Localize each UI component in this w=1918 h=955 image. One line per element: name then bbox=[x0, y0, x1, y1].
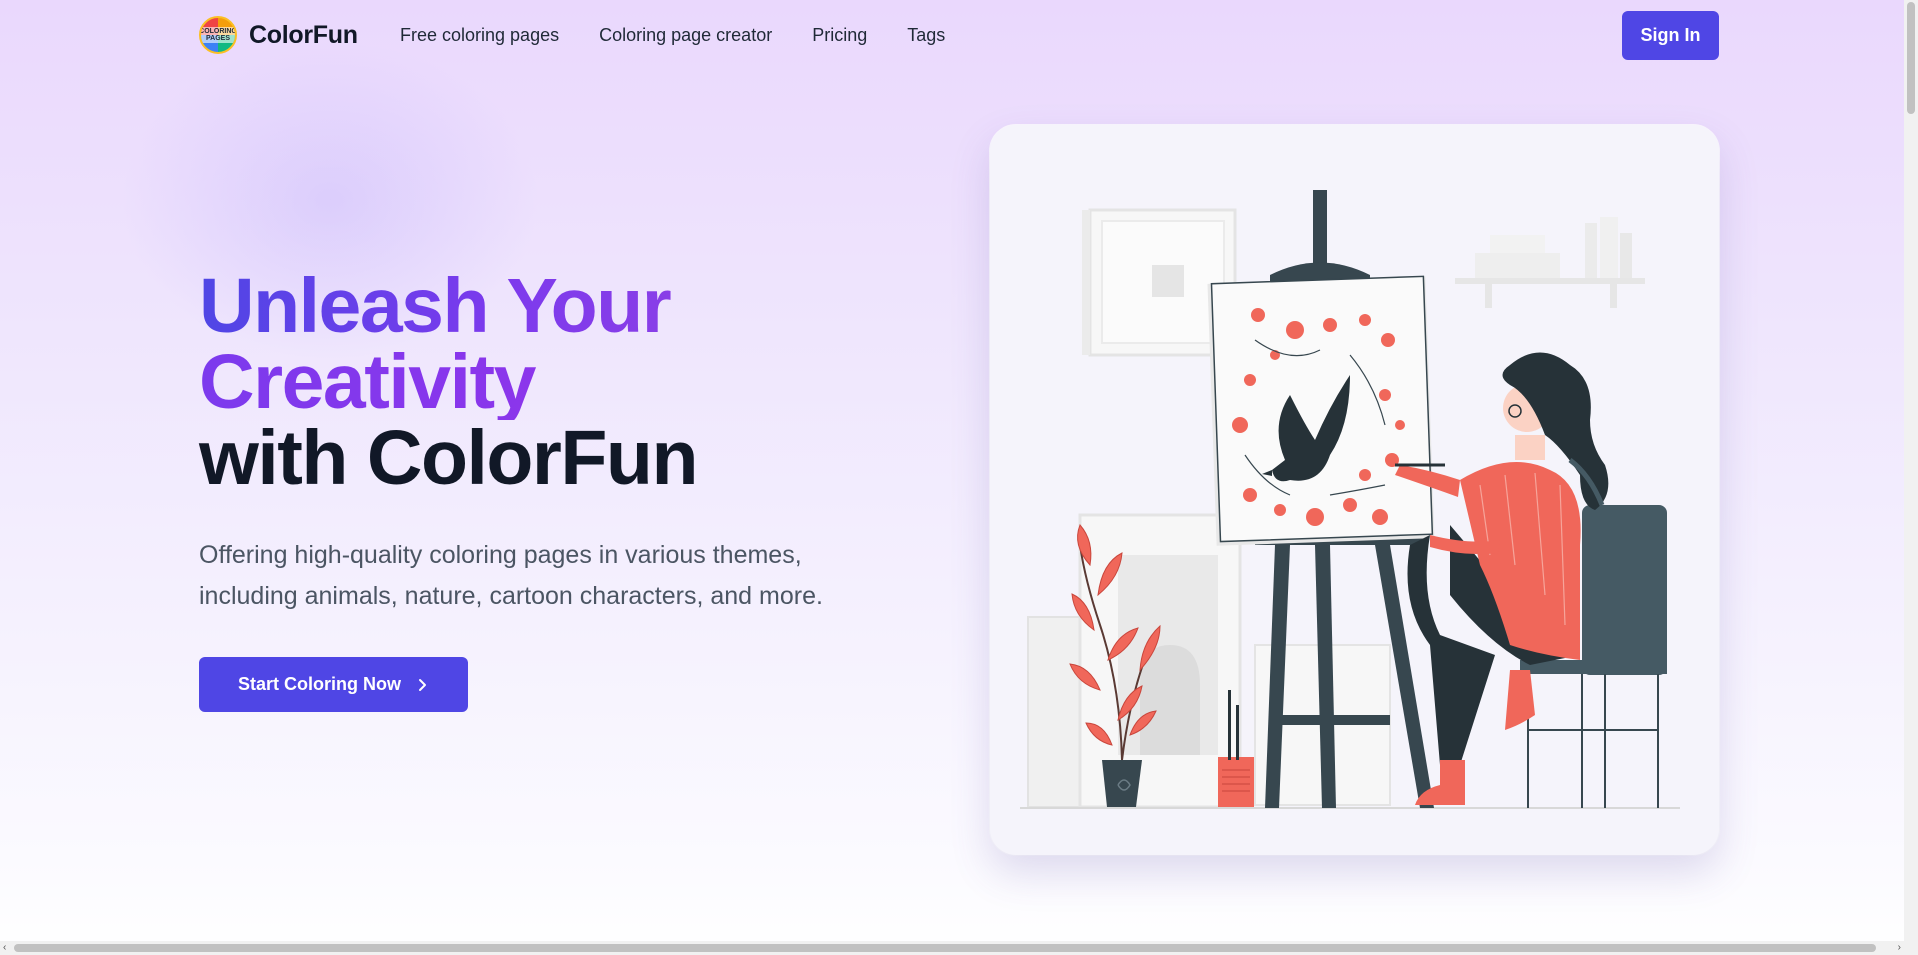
start-coloring-label: Start Coloring Now bbox=[238, 674, 401, 694]
logo-badge-icon: COLORING PAGES bbox=[199, 16, 237, 54]
top-navigation: COLORING PAGES ColorFun Free coloring pa… bbox=[0, 0, 1904, 72]
artist-painting-illustration bbox=[1020, 190, 1680, 809]
brand-name: ColorFun bbox=[249, 20, 358, 49]
hero-title-line-3: with ColorFun bbox=[199, 415, 699, 501]
horizontal-scrollbar[interactable]: ‹ › bbox=[0, 941, 1918, 955]
brand-logo[interactable]: COLORING PAGES ColorFun bbox=[199, 16, 358, 54]
sign-in-button[interactable]: Sign In bbox=[1622, 11, 1719, 60]
nav-link-free-coloring-pages[interactable]: Free coloring pages bbox=[400, 25, 559, 46]
horizontal-scrollbar-thumb[interactable] bbox=[14, 944, 1876, 952]
hero-title: Unleash Your Creativity with ColorFun bbox=[199, 268, 699, 501]
nav-link-pricing[interactable]: Pricing bbox=[812, 25, 867, 46]
hero-title-line-1: Unleash Your bbox=[199, 268, 697, 345]
vertical-scrollbar[interactable] bbox=[1904, 0, 1918, 941]
logo-badge-text: COLORING PAGES bbox=[199, 27, 237, 43]
hero-title-line-2: Creativity bbox=[199, 344, 697, 421]
nav-links: Free coloring pages Coloring page creato… bbox=[400, 25, 945, 46]
vertical-scrollbar-thumb[interactable] bbox=[1907, 2, 1915, 114]
scroll-left-arrow-icon[interactable]: ‹ bbox=[3, 943, 6, 953]
nav-link-coloring-page-creator[interactable]: Coloring page creator bbox=[599, 25, 772, 46]
hero-subtitle: Offering high-quality coloring pages in … bbox=[199, 541, 823, 610]
start-coloring-button[interactable]: Start Coloring Now bbox=[199, 657, 468, 712]
chevron-right-icon bbox=[419, 678, 426, 691]
nav-link-tags[interactable]: Tags bbox=[907, 25, 945, 46]
hero-illustration-card bbox=[990, 125, 1719, 855]
scroll-right-arrow-icon[interactable]: › bbox=[1898, 943, 1901, 953]
